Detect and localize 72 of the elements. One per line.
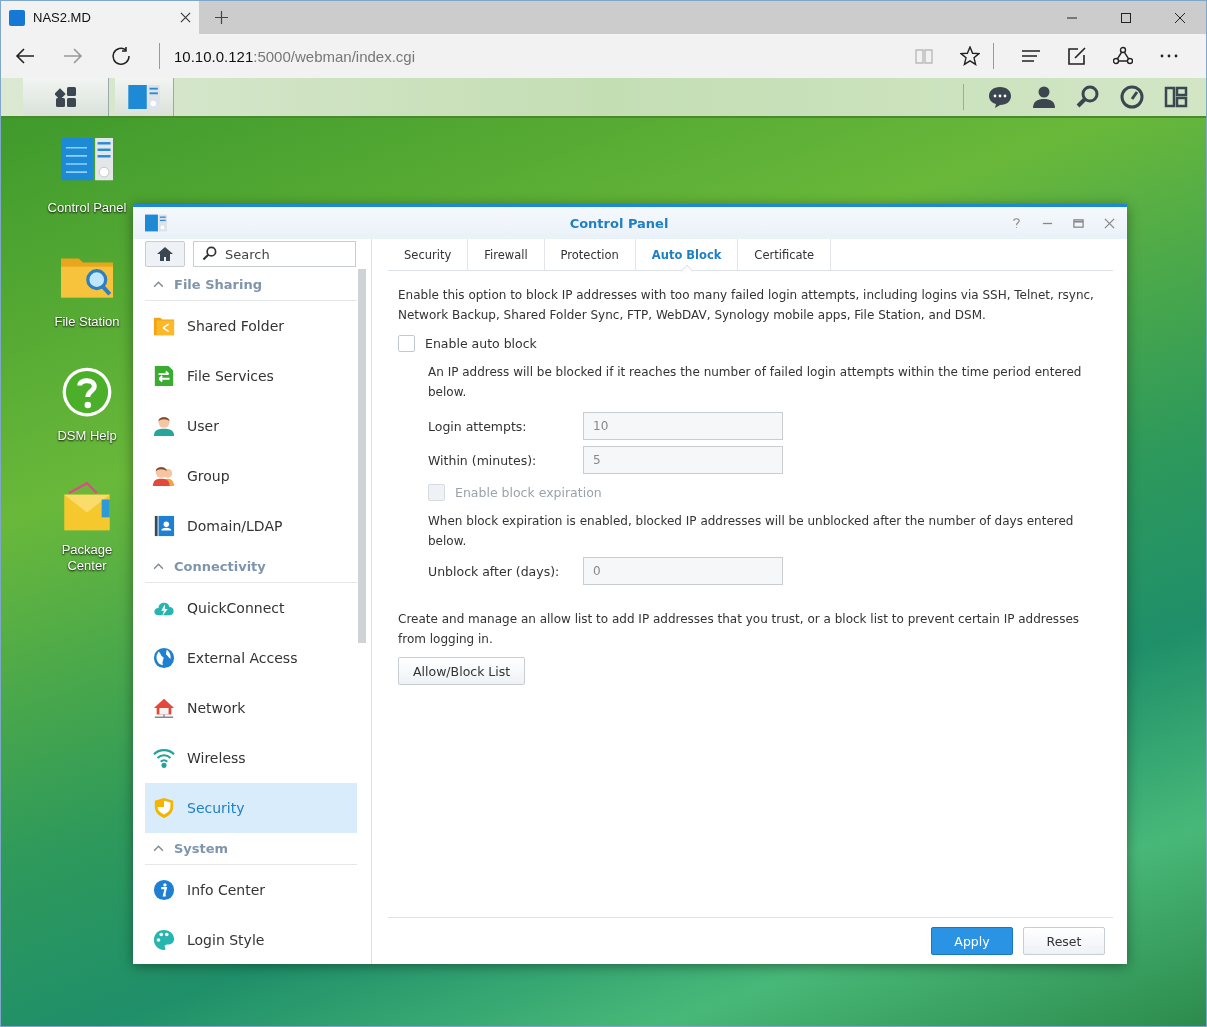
field-label: Login attempts: [428, 418, 528, 434]
description-text: Create and manage an allow list to add IP addresses that you trust, or a block list to prevent certain IP addresses from logging in. [398, 611, 1080, 648]
gauge-icon[interactable] [1120, 85, 1144, 109]
tab[interactable]: Firewall [468, 239, 545, 270]
desktop-icon-label: File Station [53, 314, 121, 330]
sidebar-item[interactable]: Security [145, 783, 357, 833]
widgets-icon[interactable] [1164, 85, 1188, 109]
sidebar-item[interactable]: Login Style [145, 915, 357, 964]
desktop-icon-label: Package Center [60, 542, 114, 574]
shield-icon [153, 797, 175, 819]
back-arrow-icon[interactable] [15, 46, 35, 66]
palette-icon [153, 929, 175, 951]
sidebar-item[interactable]: Network [145, 683, 357, 733]
search-icon [202, 246, 217, 261]
share-icon[interactable] [1113, 46, 1133, 66]
close-icon[interactable] [1174, 11, 1186, 24]
desktop-icon-label: Control Panel [46, 200, 128, 216]
description-text: An IP address will be blocked if it reaches the number of failed login attempts within the time period entered below. [428, 364, 1083, 401]
user-icon[interactable] [1032, 85, 1056, 109]
id-card-icon [153, 515, 175, 537]
field-label: Unblock after (days): [428, 563, 561, 579]
tab-title: NAS2.MD [33, 10, 92, 25]
sidebar-item[interactable]: User [145, 401, 357, 451]
arrows-icon [153, 365, 175, 387]
sidebar-item[interactable]: Wireless [145, 733, 357, 783]
wifi-icon [153, 747, 175, 769]
forward-arrow-icon[interactable] [63, 46, 83, 66]
desktop-icon-label: DSM Help [56, 428, 118, 444]
house-icon [153, 697, 175, 719]
checkbox-label: Enable auto block [425, 336, 537, 351]
star-icon[interactable] [960, 46, 980, 66]
sidebar-item[interactable]: Domain/LDAP [145, 501, 357, 551]
reset-button[interactable]: Reset [1023, 927, 1105, 955]
info-icon [153, 879, 175, 901]
refresh-icon[interactable] [111, 46, 131, 66]
tab[interactable]: Security [388, 239, 469, 270]
search-icon[interactable] [1076, 85, 1100, 109]
window-title: Control Panel [568, 215, 670, 231]
tab[interactable]: Certificate [738, 239, 832, 270]
grid-icon [54, 86, 77, 108]
close-icon[interactable] [180, 12, 191, 23]
control-panel-icon [128, 85, 160, 109]
description-text: When block expiration is enabled, blocked IP addresses will be unblocked after the number of days entered below. [428, 513, 1075, 550]
field-label: Within (minutes): [428, 452, 538, 468]
home-button[interactable] [145, 241, 185, 267]
sidebar-item[interactable]: Info Center [145, 865, 357, 915]
checkbox[interactable] [398, 335, 415, 352]
search-field[interactable]: Search [193, 241, 356, 267]
sidebar-item[interactable]: Group [145, 451, 357, 501]
chat-bubble-icon[interactable] [988, 85, 1012, 109]
description-text: Enable this option to block IP addresses with too many failed login attempts, including logins via SSH, Telnet, rsync, Network Backup, Shared Folder Sync, FTP, WebDAV, Synology mobile apps, File Station, and DSM. [398, 287, 1095, 324]
checkbox-label: Enable block expiration [455, 485, 602, 500]
maximize-icon[interactable] [1120, 11, 1132, 24]
tab[interactable]: Protection [544, 239, 636, 270]
main-menu-button[interactable] [23, 78, 109, 116]
person-icon [153, 415, 175, 437]
people-icon [153, 465, 175, 487]
control-panel-taskbar-button[interactable] [115, 78, 174, 116]
scrollbar[interactable] [358, 269, 366, 643]
browser-tab[interactable]: NAS2.MD [1, 1, 199, 34]
share-folder-icon [153, 315, 175, 337]
allow-block-list-button[interactable]: Allow/Block List [398, 657, 526, 685]
sidebar-item[interactable]: External Access [145, 633, 357, 683]
new-tab-icon[interactable] [215, 11, 228, 24]
site-logo-icon [9, 9, 25, 26]
sidebar-item[interactable]: QuickConnect [145, 583, 357, 633]
sidebar-item[interactable]: Shared Folder [145, 301, 357, 351]
sidebar-item[interactable]: File Services [145, 351, 357, 401]
control-panel-icon [145, 214, 167, 232]
globe-icon [153, 647, 175, 669]
help-icon[interactable] [1011, 217, 1022, 229]
home-icon [157, 247, 173, 261]
